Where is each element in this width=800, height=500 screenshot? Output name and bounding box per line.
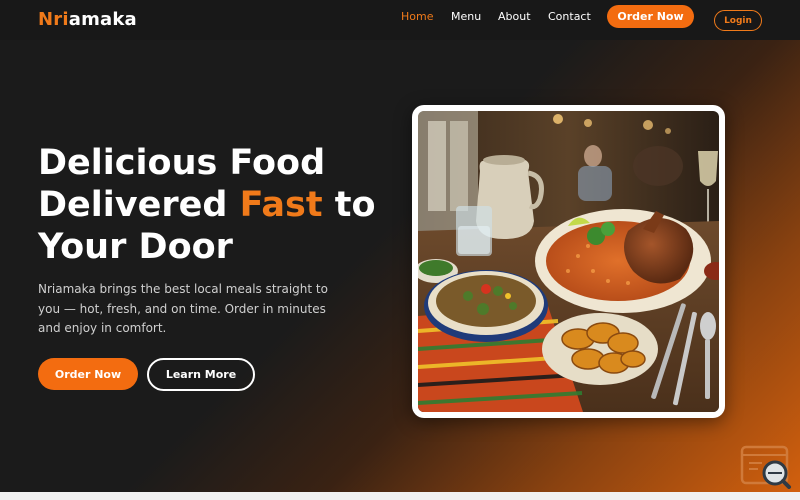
navbar: Nriamaka Home Menu About Contact Order N…	[0, 0, 800, 40]
brand-logo[interactable]: Nriamaka	[38, 9, 137, 30]
nav-link-about[interactable]: About	[498, 10, 531, 23]
brand-logo-rest: amaka	[68, 9, 137, 30]
food-photo	[418, 111, 719, 412]
section-divider	[0, 492, 800, 500]
brand-logo-accent: Nri	[38, 9, 69, 30]
browser-search-icon	[740, 445, 791, 489]
headline-highlight: Fast	[239, 185, 323, 225]
nav-link-contact[interactable]: Contact	[548, 10, 591, 23]
hero-order-now-button[interactable]: Order Now	[38, 358, 138, 390]
hero-description: Nriamaka brings the best local meals str…	[38, 282, 328, 335]
learn-more-button[interactable]: Learn More	[147, 358, 255, 391]
hero-image-card	[412, 105, 725, 418]
nav-order-now-button[interactable]: Order Now	[607, 5, 694, 28]
nav-link-menu[interactable]: Menu	[451, 10, 481, 23]
login-button[interactable]: Login	[714, 10, 762, 31]
chat-widget-button[interactable]	[740, 445, 792, 489]
nav-link-home[interactable]: Home	[401, 10, 433, 23]
hero-headline: Delicious Food Delivered Fast to Your Do…	[38, 142, 398, 268]
